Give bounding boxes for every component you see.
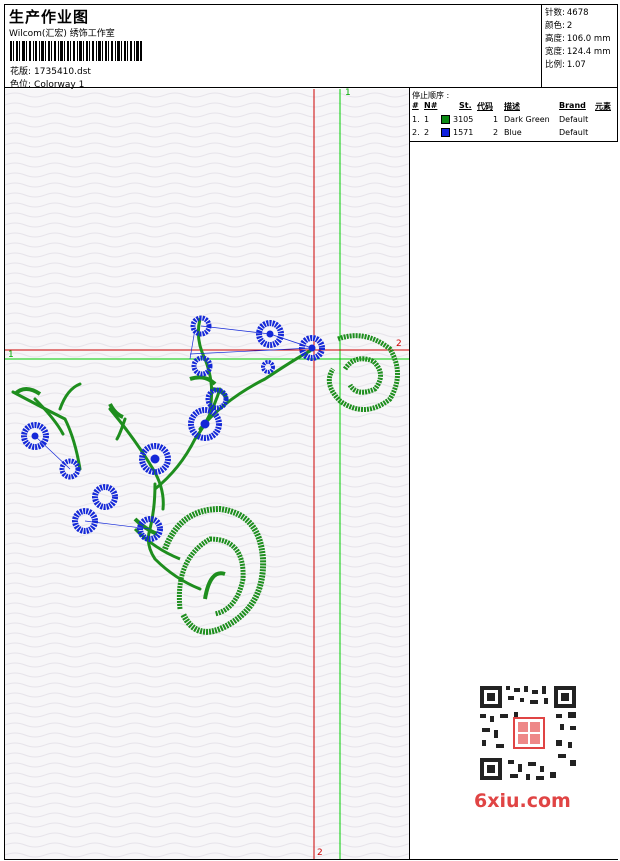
stat-width: 宽度: 124.4 mm bbox=[545, 45, 610, 57]
col-header-st: St. bbox=[459, 101, 472, 110]
stat-label: 比例: bbox=[545, 60, 565, 70]
stat-value: 4678 bbox=[566, 8, 589, 18]
stat-colors: 颜色: 2 bbox=[545, 19, 572, 31]
stat-height: 高度: 106.0 mm bbox=[545, 32, 610, 44]
row-code: 2 bbox=[493, 128, 499, 137]
stat-label: 针数: bbox=[545, 8, 565, 18]
barcode bbox=[10, 41, 142, 61]
stop-sequence-title: 停止顺序 : bbox=[412, 91, 450, 100]
company-name: Wilcom(汇宏) 绣饰工作室 bbox=[9, 29, 115, 39]
col-header-code: 代码 bbox=[477, 102, 493, 111]
stat-label: 宽度: bbox=[545, 47, 565, 57]
design-line: 花版: 1735410.dst bbox=[10, 64, 91, 77]
stat-value: 106.0 mm bbox=[566, 34, 611, 44]
row-st: 3105 bbox=[453, 115, 474, 124]
embroidery-preview bbox=[5, 89, 409, 859]
stat-value: 124.4 mm bbox=[566, 47, 611, 57]
row-desc: Dark Green bbox=[504, 115, 550, 124]
stat-value: 1.07 bbox=[566, 60, 586, 70]
row-no: 1 bbox=[424, 115, 430, 124]
design-canvas bbox=[5, 89, 409, 859]
col-header-index: # bbox=[412, 101, 419, 110]
design-value: 1735410.dst bbox=[34, 67, 91, 77]
stats-panel: 针数: 4678 颜色: 2 高度: 106.0 mm 宽度: 124.4 mm 比例:… bbox=[542, 4, 618, 88]
page-title: 生产作业图 bbox=[9, 8, 90, 26]
axis-label-v-red: 2 bbox=[317, 848, 323, 858]
col-header-brand: Brand bbox=[559, 101, 586, 110]
stop-sequence-table: 停止顺序 : # N# St. 代码 描述 Brand 元素 1. 1 3105… bbox=[409, 88, 618, 142]
stat-value: 2 bbox=[566, 21, 573, 31]
axis-label-h-red: 2 bbox=[396, 339, 402, 349]
watermark-text: 6xiu.com bbox=[474, 790, 571, 812]
axis-label-h-green: 1 bbox=[8, 350, 14, 360]
design-label: 花版: bbox=[10, 67, 32, 77]
row-no: 2 bbox=[424, 128, 430, 137]
row-desc: Blue bbox=[504, 128, 522, 137]
header-info-panel: 生产作业图 Wilcom(汇宏) 绣饰工作室 花版: 1735410.dst 色… bbox=[4, 4, 542, 90]
row-brand: Default bbox=[559, 128, 589, 137]
stat-label: 高度: bbox=[545, 34, 565, 44]
qr-code-image bbox=[470, 680, 586, 786]
color-swatch bbox=[441, 115, 450, 124]
stat-scale: 比例: 1.07 bbox=[545, 58, 586, 70]
row-brand: Default bbox=[559, 115, 589, 124]
row-index: 1. bbox=[412, 115, 420, 124]
col-header-desc: 描述 bbox=[504, 102, 520, 111]
row-code: 1 bbox=[493, 115, 499, 124]
row-index: 2. bbox=[412, 128, 420, 137]
qr-code bbox=[470, 680, 586, 786]
col-header-element: 元素 bbox=[595, 102, 611, 111]
col-header-no: N# bbox=[424, 101, 438, 110]
row-st: 1571 bbox=[453, 128, 474, 137]
color-swatch bbox=[441, 128, 450, 137]
stat-label: 颜色: bbox=[545, 21, 565, 31]
axis-label-v-green: 1 bbox=[345, 88, 351, 98]
stat-stitches: 针数: 4678 bbox=[545, 6, 589, 18]
